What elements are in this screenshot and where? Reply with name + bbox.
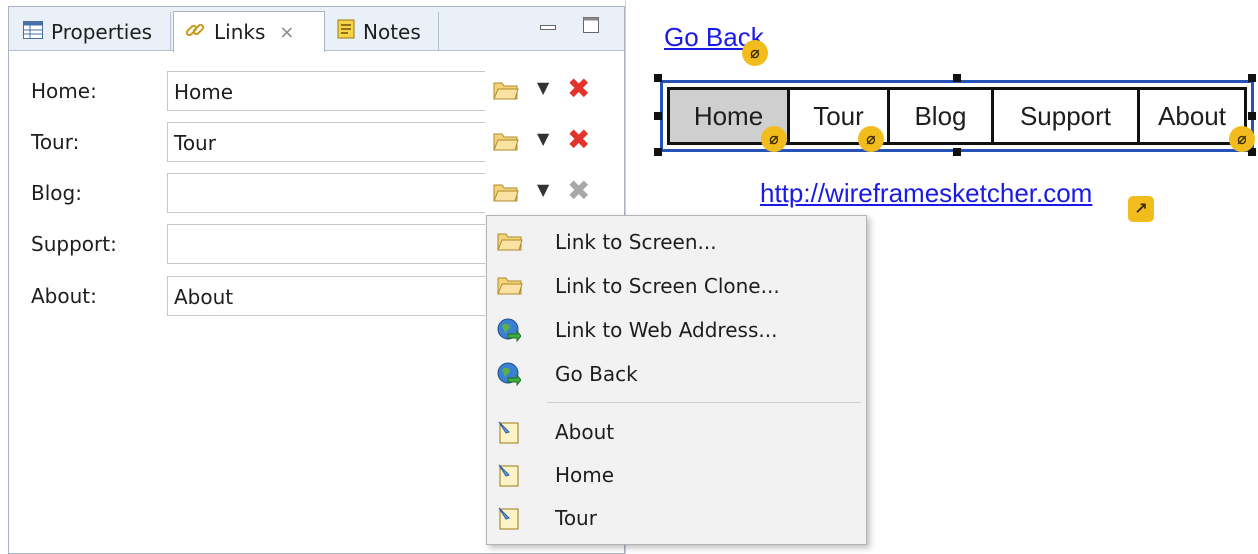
link-row-blog: Blog: ▼ ✖ bbox=[9, 173, 624, 213]
folder-icon bbox=[497, 274, 523, 300]
chevron-down-icon[interactable]: ▼ bbox=[537, 180, 549, 199]
row-label: Home: bbox=[31, 79, 97, 103]
link-badge-icon: ⌀ bbox=[858, 126, 884, 152]
menu-item-label: Home bbox=[555, 463, 615, 487]
about-link-field[interactable]: About bbox=[167, 276, 485, 316]
tab-properties[interactable]: Properties bbox=[13, 12, 171, 51]
navigation-bar-widget[interactable]: Home Tour Blog Support About bbox=[660, 80, 1254, 152]
chevron-down-icon[interactable]: ▼ bbox=[537, 78, 549, 97]
screen-icon bbox=[497, 506, 521, 534]
navigation-bar: Home Tour Blog Support About bbox=[667, 87, 1247, 145]
chevron-down-icon[interactable]: ▼ bbox=[537, 129, 549, 148]
delete-icon: ✖ bbox=[567, 174, 591, 207]
resize-handle[interactable] bbox=[953, 148, 961, 156]
nav-item-support[interactable]: Support bbox=[994, 90, 1140, 142]
menu-item-label: Link to Screen Clone... bbox=[555, 274, 780, 298]
nav-item-label: Support bbox=[1019, 100, 1112, 131]
globe-icon bbox=[497, 362, 522, 390]
resize-handle[interactable] bbox=[953, 74, 961, 82]
web-link[interactable]: http://wireframesketcher.com bbox=[760, 178, 1092, 209]
menu-item-label: About bbox=[555, 420, 615, 444]
link-badge-icon: ⌀ bbox=[761, 126, 787, 152]
tab-links-label: Links bbox=[214, 20, 266, 44]
minimize-icon[interactable] bbox=[540, 17, 556, 38]
tour-link-field[interactable]: Tour bbox=[167, 122, 485, 162]
link-context-menu: Link to Screen... Link to Screen Clone..… bbox=[486, 215, 867, 545]
folder-icon[interactable] bbox=[493, 181, 519, 207]
menu-item-label: Link to Screen... bbox=[555, 230, 717, 254]
tab-notes[interactable]: Notes bbox=[327, 12, 439, 51]
row-label: Blog: bbox=[31, 181, 82, 205]
menu-item-screen-about[interactable]: About bbox=[487, 412, 866, 452]
menu-item-link-to-web-address[interactable]: Link to Web Address... bbox=[487, 310, 866, 350]
link-badge-icon: ⌀ bbox=[1229, 126, 1255, 152]
tab-links[interactable]: Links × bbox=[173, 11, 325, 52]
delete-icon[interactable]: ✖ bbox=[567, 126, 590, 154]
menu-item-screen-home[interactable]: Home bbox=[487, 455, 866, 495]
tab-notes-label: Notes bbox=[363, 19, 421, 44]
resize-handle[interactable] bbox=[1248, 74, 1256, 82]
close-icon[interactable]: × bbox=[279, 22, 294, 43]
tab-bar: Properties Links × Notes bbox=[9, 7, 624, 52]
nav-item-label: Blog bbox=[914, 100, 967, 131]
home-link-field[interactable]: Home bbox=[167, 71, 485, 111]
tab-properties-label: Properties bbox=[51, 19, 153, 44]
link-row-tour: Tour: Tour ▼ ✖ bbox=[9, 122, 624, 162]
folder-icon[interactable] bbox=[493, 130, 519, 156]
nav-item-label: Home bbox=[693, 100, 764, 131]
external-link-icon: ↗ bbox=[1128, 196, 1154, 222]
note-icon bbox=[337, 19, 355, 44]
menu-separator bbox=[547, 402, 861, 403]
nav-item-blog[interactable]: Blog bbox=[890, 90, 994, 142]
nav-item-label: Tour bbox=[813, 100, 864, 131]
menu-item-label: Link to Web Address... bbox=[555, 318, 778, 342]
maximize-icon[interactable] bbox=[583, 17, 599, 38]
menu-item-link-to-screen-clone[interactable]: Link to Screen Clone... bbox=[487, 266, 866, 306]
screen-icon bbox=[497, 420, 521, 448]
blog-link-field[interactable] bbox=[167, 173, 485, 213]
screen-icon bbox=[497, 463, 521, 491]
link-badge-icon: ⌀ bbox=[742, 40, 768, 66]
row-label: About: bbox=[31, 284, 97, 308]
row-label: Tour: bbox=[31, 130, 80, 154]
menu-item-link-to-screen[interactable]: Link to Screen... bbox=[487, 222, 866, 262]
support-link-field[interactable] bbox=[167, 224, 485, 264]
folder-icon[interactable] bbox=[493, 79, 519, 105]
link-icon bbox=[184, 19, 206, 46]
delete-icon[interactable]: ✖ bbox=[567, 75, 590, 103]
folder-icon bbox=[497, 230, 523, 256]
resize-handle[interactable] bbox=[654, 148, 662, 156]
menu-item-go-back[interactable]: Go Back bbox=[487, 354, 866, 394]
resize-handle[interactable] bbox=[654, 112, 662, 120]
link-row-home: Home: Home ▼ ✖ bbox=[9, 71, 624, 111]
resize-handle[interactable] bbox=[1248, 112, 1256, 120]
menu-item-label: Go Back bbox=[555, 362, 638, 386]
nav-item-label: About bbox=[1158, 100, 1226, 131]
resize-handle[interactable] bbox=[654, 74, 662, 82]
menu-item-screen-tour[interactable]: Tour bbox=[487, 498, 866, 538]
globe-icon bbox=[497, 318, 522, 346]
table-icon bbox=[23, 20, 43, 44]
row-label: Support: bbox=[31, 232, 117, 256]
menu-item-label: Tour bbox=[555, 506, 597, 530]
nav-item-about[interactable]: About bbox=[1140, 90, 1244, 142]
